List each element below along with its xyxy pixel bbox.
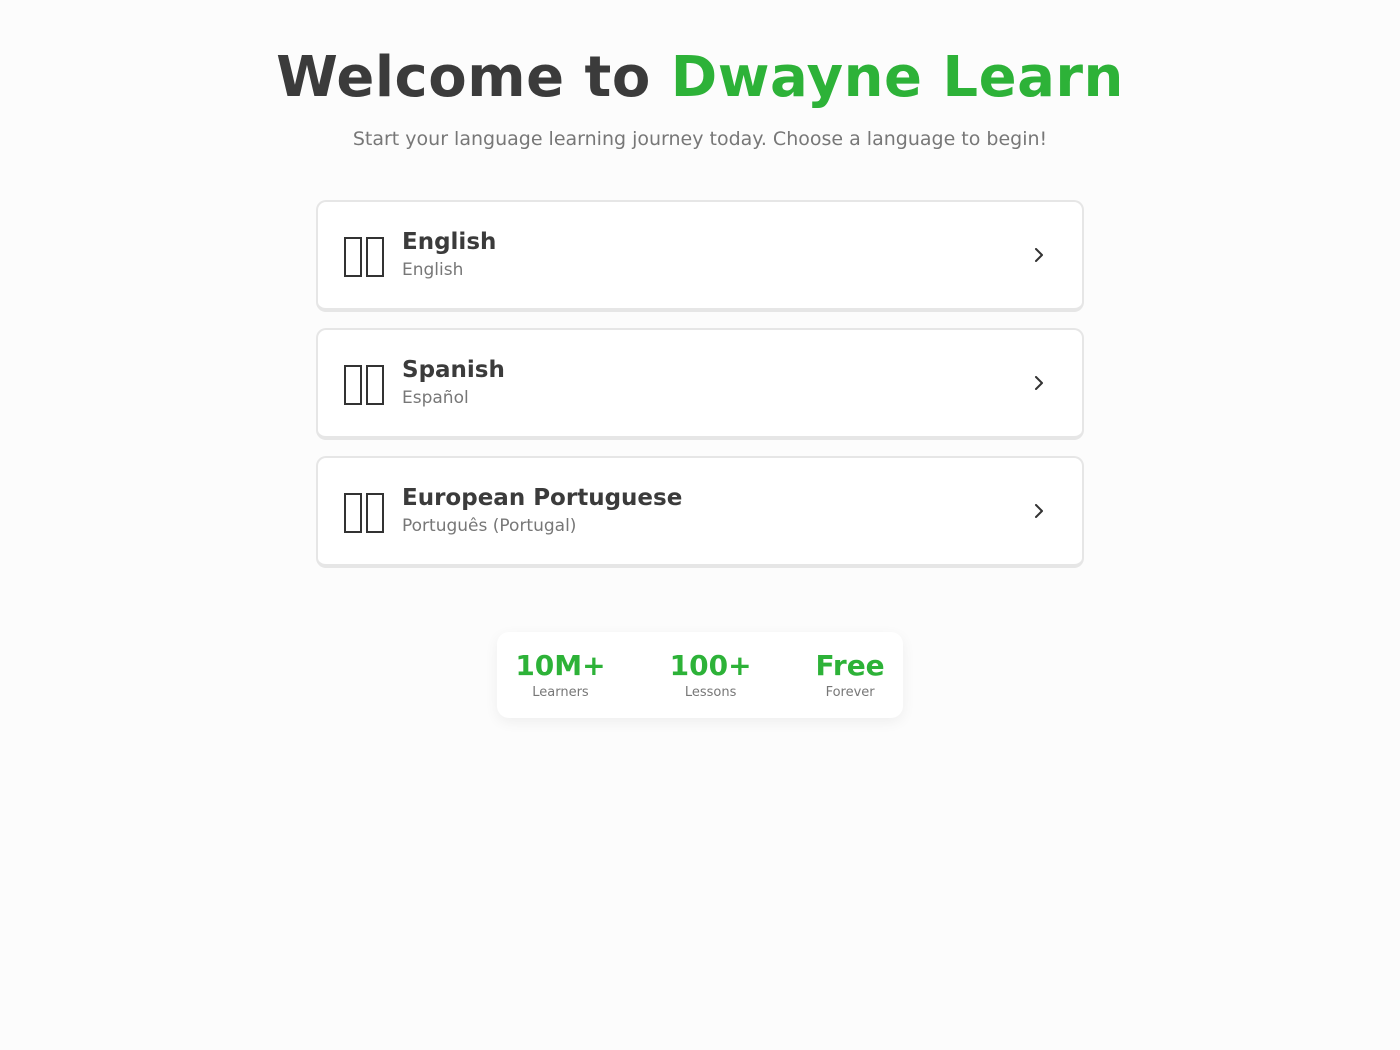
language-list: English English Spanish Español European…: [316, 200, 1084, 584]
language-text: European Portuguese Português (Portugal): [402, 483, 682, 539]
language-native-name: English: [402, 260, 464, 280]
chevron-right-icon: [1035, 504, 1043, 518]
language-name: English: [402, 229, 497, 255]
stat-label: Forever: [825, 685, 875, 700]
language-text: Spanish Español: [402, 355, 505, 411]
stat-label: Learners: [532, 685, 589, 700]
language-name: European Portuguese: [402, 485, 683, 511]
stat-price: Free Forever: [784, 648, 917, 702]
stat-value: 100+: [669, 649, 752, 682]
stat-value: 10M+: [515, 649, 606, 682]
stat-label: Lessons: [684, 685, 737, 700]
language-option-european-portuguese[interactable]: European Portuguese Português (Portugal): [316, 456, 1084, 568]
stats-panel: 10M+ Learners 100+ Lessons Free Forever: [497, 632, 903, 718]
page-subtitle: Start your language learning journey tod…: [352, 128, 1048, 150]
title-prefix: Welcome to: [276, 45, 651, 110]
language-native-name: Español: [402, 388, 469, 408]
flag-icon: [344, 491, 384, 533]
chevron-right-icon: [1035, 248, 1043, 262]
chevron-right-icon: [1035, 376, 1043, 390]
page: Welcome to Dwayne Learn Start your langu…: [0, 0, 1400, 1050]
hero: Welcome to Dwayne Learn Start your langu…: [0, 40, 1400, 150]
flag-icon: [344, 235, 384, 277]
stat-learners: 10M+ Learners: [483, 648, 637, 702]
stat-value: Free: [815, 649, 885, 682]
flag-icon: [344, 363, 384, 405]
page-title: Welcome to Dwayne Learn: [0, 40, 1400, 116]
stat-lessons: 100+ Lessons: [638, 648, 784, 702]
language-text: English English: [402, 227, 496, 283]
language-option-spanish[interactable]: Spanish Español: [316, 328, 1084, 440]
language-name: Spanish: [402, 357, 505, 383]
language-option-english[interactable]: English English: [316, 200, 1084, 312]
brand-name: Dwayne Learn: [670, 45, 1124, 110]
language-native-name: Português (Portugal): [402, 516, 577, 536]
